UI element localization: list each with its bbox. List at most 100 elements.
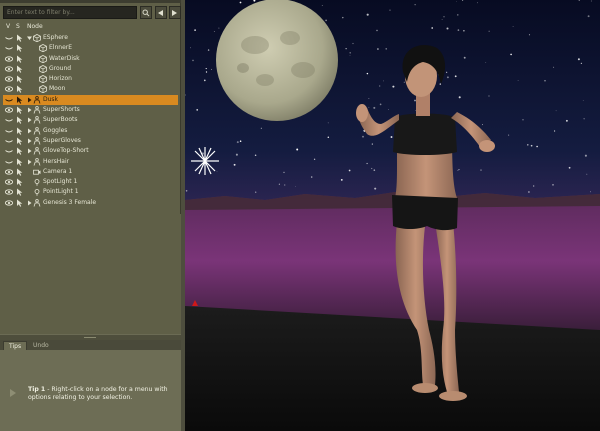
search-button[interactable] — [140, 6, 152, 19]
scene-node-row[interactable]: WaterDisk — [3, 54, 178, 64]
star — [211, 68, 213, 70]
prop-cube-icon — [39, 44, 47, 53]
cursor-icon[interactable] — [16, 127, 23, 135]
star — [327, 122, 329, 124]
star — [580, 62, 583, 65]
star — [527, 144, 529, 146]
eye-icon[interactable] — [5, 66, 13, 72]
scene-node-row[interactable]: ESphere — [3, 33, 178, 43]
node-label: PointLight 1 — [43, 188, 79, 196]
scene-node-row[interactable]: Moon — [3, 84, 178, 94]
eye-closed-icon[interactable] — [5, 148, 13, 154]
tab-undo[interactable]: Undo — [28, 341, 54, 350]
star — [587, 15, 590, 18]
node-list-empty-area — [0, 214, 181, 339]
scene-node-row[interactable]: ElnnerE — [3, 43, 178, 53]
scene-node-row[interactable]: Genesis 3 Female — [3, 198, 178, 208]
star — [577, 58, 580, 61]
star — [345, 48, 347, 50]
tab-tips[interactable]: Tips — [3, 341, 28, 350]
cursor-icon[interactable] — [16, 85, 23, 94]
cursor-icon[interactable] — [16, 116, 23, 125]
scene-node-row[interactable]: SuperBoots — [3, 115, 178, 125]
play-arrow-icon[interactable] — [9, 389, 17, 397]
scene-node-row[interactable]: SuperGloves — [3, 136, 178, 146]
prop-cube-icon — [39, 75, 47, 84]
eye-icon[interactable] — [5, 169, 13, 175]
eye-closed-icon[interactable] — [5, 128, 13, 134]
cursor-icon[interactable] — [16, 96, 23, 104]
eye-icon[interactable] — [5, 86, 13, 93]
chevron-right-icon[interactable] — [27, 200, 32, 206]
previous-match-button[interactable] — [155, 6, 167, 19]
eye-closed-icon[interactable] — [5, 45, 13, 51]
eye-closed-icon[interactable] — [5, 138, 13, 144]
star — [218, 27, 220, 29]
eye-icon[interactable] — [5, 76, 13, 82]
selectable-column-header[interactable]: S — [16, 23, 20, 30]
cursor-icon[interactable] — [16, 147, 23, 156]
scene-node-row[interactable]: HersHair — [3, 157, 178, 167]
eye-icon[interactable] — [5, 200, 13, 206]
cursor-icon[interactable] — [16, 168, 23, 176]
3d-viewport[interactable] — [185, 0, 600, 431]
cursor-icon[interactable] — [16, 106, 23, 114]
chevron-down-icon[interactable] — [27, 35, 32, 41]
star — [296, 148, 299, 151]
eye-closed-icon[interactable] — [5, 159, 13, 165]
chevron-right-icon[interactable] — [27, 107, 32, 113]
star — [203, 79, 206, 82]
scene-node-row[interactable]: Horizon — [3, 74, 178, 84]
cursor-icon[interactable] — [16, 55, 23, 63]
scene-node-row[interactable]: PointLight 1 — [3, 187, 178, 197]
spotlight-gizmo[interactable] — [191, 147, 219, 175]
cursor-icon[interactable] — [16, 199, 23, 207]
visible-column-header[interactable]: V — [6, 23, 10, 30]
star — [446, 27, 449, 30]
cursor-icon[interactable] — [16, 158, 23, 166]
eye-closed-icon[interactable] — [5, 35, 13, 41]
figure-icon — [33, 116, 41, 125]
chevron-right-icon[interactable] — [27, 159, 32, 165]
eye-closed-icon[interactable] — [5, 97, 13, 103]
scene-node-row[interactable]: Goggles — [3, 126, 178, 136]
scene-node-row[interactable]: Ground — [3, 64, 178, 74]
star — [431, 27, 434, 29]
chevron-right-icon[interactable] — [27, 128, 32, 134]
star — [295, 186, 297, 187]
star — [278, 183, 280, 185]
eye-closed-icon[interactable] — [5, 117, 13, 123]
chevron-right-icon[interactable] — [27, 148, 32, 154]
cursor-icon[interactable] — [16, 44, 23, 53]
cursor-icon[interactable] — [16, 188, 23, 197]
star — [488, 30, 490, 32]
star — [446, 76, 449, 79]
app-window: V S Node ESphere ElnnerE WaterDisk Ground Ho… — [0, 0, 600, 431]
node-column-header[interactable]: Node — [27, 23, 43, 30]
scene-node-row[interactable]: Dusk — [3, 94, 178, 106]
filter-input[interactable] — [3, 6, 137, 19]
cursor-icon[interactable] — [16, 34, 23, 42]
chevron-right-icon[interactable] — [27, 117, 32, 123]
next-match-button[interactable] — [169, 6, 181, 19]
star — [553, 66, 555, 68]
scene-node-row[interactable]: SpotLight 1 — [3, 177, 178, 187]
scene-node-row[interactable]: SuperShorts — [3, 105, 178, 115]
star — [583, 118, 585, 120]
scene-node-row[interactable]: Camera 1 — [3, 167, 178, 177]
scene-node-row[interactable]: GloveTop-Short — [3, 146, 178, 156]
cursor-icon[interactable] — [16, 137, 23, 145]
eye-icon[interactable] — [5, 107, 13, 113]
eye-icon[interactable] — [5, 55, 13, 62]
cursor-icon[interactable] — [16, 178, 23, 186]
cursor-icon[interactable] — [16, 75, 23, 83]
chevron-right-icon[interactable] — [27, 97, 32, 103]
eye-icon[interactable] — [5, 179, 13, 185]
star — [390, 136, 393, 138]
node-label: ESphere — [43, 34, 68, 41]
chevron-right-icon[interactable] — [27, 138, 32, 144]
eye-icon[interactable] — [5, 189, 13, 196]
cursor-icon[interactable] — [16, 65, 23, 73]
star — [368, 98, 370, 100]
star — [310, 176, 313, 178]
